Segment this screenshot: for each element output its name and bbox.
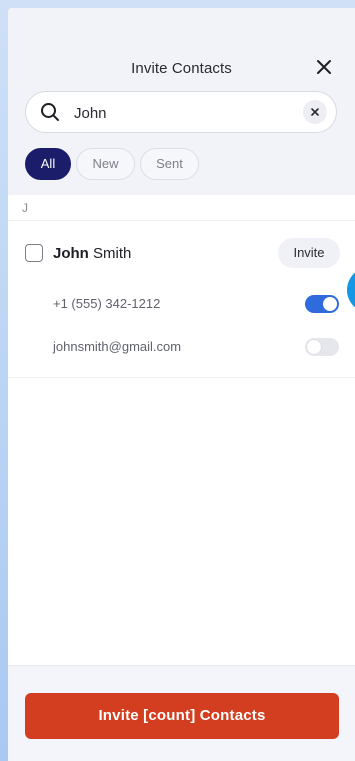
contact-first-name: John [53,245,89,262]
toggle-knob [307,340,321,354]
section-divider [8,220,355,221]
search-bar [25,91,337,133]
filter-chip-all[interactable]: All [25,148,71,180]
footer: Invite [count] Contacts [8,665,355,761]
close-icon [317,60,331,74]
section-header: J [22,201,28,215]
filter-chip-sent[interactable]: Sent [140,148,199,180]
contact-last-name: Smith [88,245,132,262]
search-input[interactable] [72,101,286,125]
phone-number: +1 (555) 342-1212 [53,296,161,311]
invite-contacts-button[interactable]: Invite [count] Contacts [25,693,339,739]
email-toggle[interactable] [305,338,339,356]
page-title: Invite Contacts [131,60,232,77]
row-divider [8,377,355,378]
search-icon [41,103,59,121]
contact-name: John Smith [53,245,131,262]
close-button[interactable] [315,58,333,76]
filter-chip-new[interactable]: New [76,148,135,180]
clear-search-button[interactable] [303,100,327,124]
contact-list: J John Smith Invite +1 (555) 342-1212 jo… [8,195,355,665]
email-address: johnsmith@gmail.com [53,339,182,354]
clear-icon [311,108,319,116]
invite-contacts-sheet: Invite Contacts All New Sent J [8,8,355,761]
invite-button[interactable]: Invite [278,238,340,268]
contact-checkbox[interactable] [25,244,43,262]
toggle-knob [323,297,337,311]
phone-toggle[interactable] [305,295,339,313]
header: Invite Contacts All New Sent [8,8,355,195]
